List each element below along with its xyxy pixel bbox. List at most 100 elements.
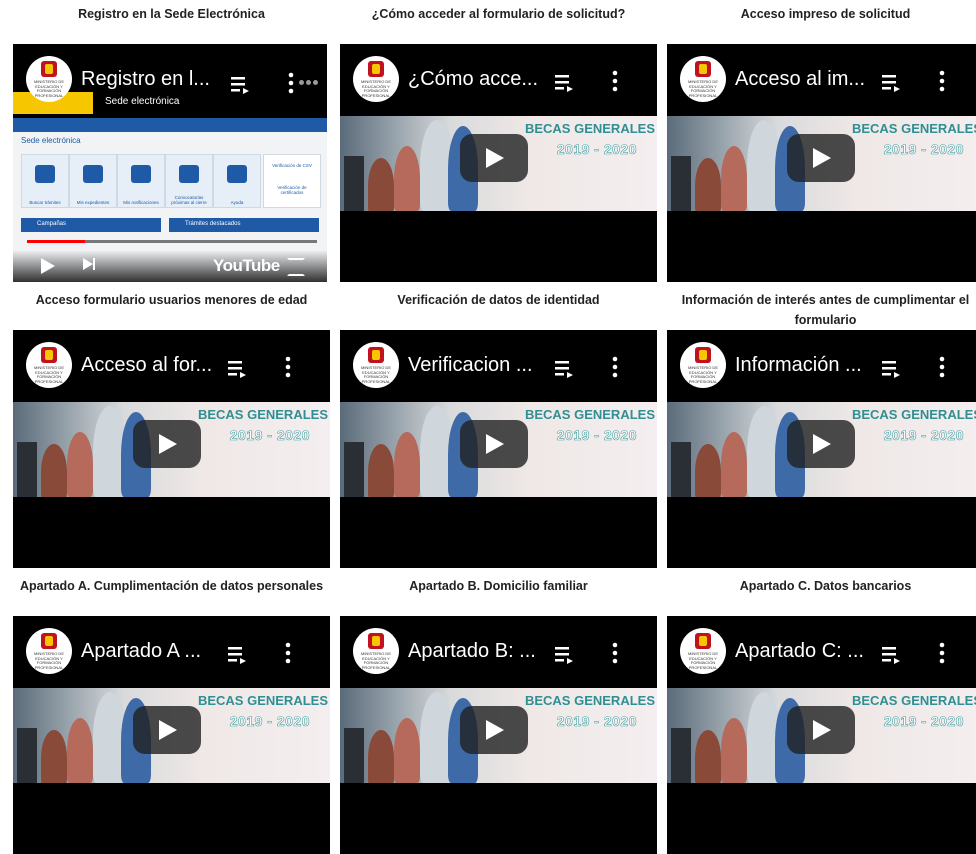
play-button-icon[interactable] <box>787 420 855 468</box>
video-player-5[interactable]: MINISTERIO DE EDUCACIÓN Y FORMACIÓN PROF… <box>340 330 657 568</box>
channel-avatar[interactable]: MINISTERIO DE EDUCACIÓN Y FORMACIÓN PROF… <box>680 56 726 102</box>
more-options-icon[interactable] <box>937 70 947 92</box>
video-title[interactable]: Registro en l... <box>81 68 210 91</box>
person <box>41 444 67 497</box>
person <box>394 432 420 497</box>
video-player-4[interactable]: MINISTERIO DE EDUCACIÓN Y FORMACIÓN PROF… <box>13 330 330 568</box>
more-options-icon[interactable] <box>283 356 293 378</box>
channel-avatar[interactable]: MINISTERIO DE EDUCACIÓN Y FORMACIÓN PROF… <box>353 342 399 388</box>
clock-icon <box>179 165 199 183</box>
playlist-icon[interactable] <box>554 644 576 666</box>
document-icon <box>35 165 55 183</box>
more-options-icon[interactable] <box>937 642 947 664</box>
video-title[interactable]: Información ... <box>735 354 880 377</box>
person <box>695 158 721 211</box>
channel-avatar[interactable]: MINISTERIO DE EDUCACIÓN Y FORMACIÓN PROF… <box>26 628 72 674</box>
play-button-icon[interactable] <box>460 706 528 754</box>
becas-banner-years: 2019 - 2020 <box>229 713 310 730</box>
video-title[interactable]: Apartado A ... <box>81 640 226 663</box>
coat-of-arms-icon <box>41 347 57 363</box>
video-player-2[interactable]: MINISTERIO DE EDUCACIÓN Y FORMACIÓN PROF… <box>340 44 657 282</box>
coat-of-arms-icon <box>368 633 384 649</box>
video-thumbnail[interactable]: BECAS GENERALES 2019 - 2020 <box>340 688 657 783</box>
channel-avatar[interactable]: MINISTERIO DE EDUCACIÓN Y FORMACIÓN PROF… <box>26 342 72 388</box>
channel-avatar[interactable]: MINISTERIO DE EDUCACIÓN Y FORMACIÓN PROF… <box>680 628 726 674</box>
more-options-icon[interactable] <box>286 72 296 94</box>
becas-banner-years: 2019 - 2020 <box>229 427 310 444</box>
video-title[interactable]: ¿Cómo acce... <box>408 68 553 91</box>
channel-avatar[interactable]: MINISTERIO DE EDUCACIÓN Y FORMACIÓN PROF… <box>353 56 399 102</box>
fullscreen-icon[interactable] <box>287 258 305 276</box>
playlist-icon[interactable] <box>227 358 249 380</box>
play-button-icon[interactable] <box>133 706 201 754</box>
becas-banner-years: 2019 - 2020 <box>556 141 637 158</box>
play-button-icon[interactable] <box>787 706 855 754</box>
video-player-9[interactable]: MINISTERIO DE EDUCACIÓN Y FORMACIÓN PROF… <box>667 616 976 854</box>
video-player-8[interactable]: MINISTERIO DE EDUCACIÓN Y FORMACIÓN PROF… <box>340 616 657 854</box>
video-thumbnail[interactable]: BECAS GENERALES 2019 - 2020 <box>667 688 976 783</box>
video-thumbnail[interactable]: BECAS GENERALES 2019 - 2020 <box>13 402 330 497</box>
computer-monitor <box>344 728 364 783</box>
more-options-icon[interactable] <box>610 642 620 664</box>
playlist-icon[interactable] <box>227 644 249 666</box>
more-options-icon[interactable] <box>937 356 947 378</box>
video-title[interactable]: Apartado B: ... <box>408 640 553 663</box>
playlist-icon[interactable] <box>881 72 903 94</box>
playlist-icon[interactable] <box>881 644 903 666</box>
channel-avatar[interactable]: MINISTERIO DE EDUCACIÓN Y FORMACIÓN PROF… <box>26 56 72 102</box>
more-options-icon[interactable] <box>283 642 293 664</box>
video-thumbnail[interactable]: BECAS GENERALES 2019 - 2020 <box>667 116 976 211</box>
playlist-icon[interactable] <box>554 358 576 380</box>
progress-fill <box>27 240 85 243</box>
help-icon <box>227 165 247 183</box>
video-player-6[interactable]: MINISTERIO DE EDUCACIÓN Y FORMACIÓN PROF… <box>667 330 976 568</box>
person <box>721 718 747 783</box>
coat-of-arms-icon <box>368 61 384 77</box>
play-icon[interactable] <box>41 258 55 274</box>
person <box>721 432 747 497</box>
becas-banner-title: BECAS GENERALES <box>851 693 976 708</box>
play-button-icon[interactable] <box>460 420 528 468</box>
playlist-icon[interactable] <box>230 74 252 96</box>
play-button-icon[interactable] <box>133 420 201 468</box>
more-options-icon[interactable] <box>610 356 620 378</box>
sede-navbar <box>13 118 327 132</box>
person <box>67 432 93 497</box>
computer-monitor <box>671 728 691 783</box>
coat-of-arms-icon <box>368 347 384 363</box>
video-title[interactable]: Verificacion ... <box>408 354 553 377</box>
coat-of-arms-icon <box>695 347 711 363</box>
video-player-1[interactable]: Sede electrónica Sede electrónica Buscar… <box>13 44 327 282</box>
next-icon[interactable] <box>83 258 95 270</box>
video-thumbnail[interactable]: BECAS GENERALES 2019 - 2020 <box>667 402 976 497</box>
video-thumbnail[interactable]: BECAS GENERALES 2019 - 2020 <box>13 688 330 783</box>
person <box>67 718 93 783</box>
playlist-icon[interactable] <box>881 358 903 380</box>
computer-monitor <box>17 728 37 783</box>
video-title[interactable]: Apartado C: ... <box>735 640 880 663</box>
tile-convocatorias: Convocatorias próximas al cierre <box>165 154 213 208</box>
becas-banner-title: BECAS GENERALES <box>197 407 328 422</box>
person <box>695 444 721 497</box>
video-player-7[interactable]: MINISTERIO DE EDUCACIÓN Y FORMACIÓN PROF… <box>13 616 330 854</box>
video-caption: Acceso formulario usuarios menores de ed… <box>35 293 308 307</box>
channel-avatar[interactable]: MINISTERIO DE EDUCACIÓN Y FORMACIÓN PROF… <box>680 342 726 388</box>
becas-banner-years: 2019 - 2020 <box>556 427 637 444</box>
play-button-icon[interactable] <box>787 134 855 182</box>
play-button-icon[interactable] <box>460 134 528 182</box>
channel-avatar[interactable]: MINISTERIO DE EDUCACIÓN Y FORMACIÓN PROF… <box>353 628 399 674</box>
video-title[interactable]: Acceso al im... <box>735 68 880 91</box>
person <box>368 730 394 783</box>
more-options-icon[interactable] <box>610 70 620 92</box>
person <box>41 730 67 783</box>
youtube-logo[interactable]: YouTube <box>213 256 280 276</box>
video-title[interactable]: Acceso al for... <box>81 354 226 377</box>
video-thumbnail[interactable]: BECAS GENERALES 2019 - 2020 <box>340 402 657 497</box>
person <box>695 730 721 783</box>
progress-bar[interactable] <box>27 240 317 243</box>
playlist-icon[interactable] <box>554 72 576 94</box>
video-thumbnail[interactable]: BECAS GENERALES 2019 - 2020 <box>340 116 657 211</box>
becas-banner-title: BECAS GENERALES <box>524 693 655 708</box>
becas-banner-years: 2019 - 2020 <box>883 141 964 158</box>
video-player-3[interactable]: MINISTERIO DE EDUCACIÓN Y FORMACIÓN PROF… <box>667 44 976 282</box>
